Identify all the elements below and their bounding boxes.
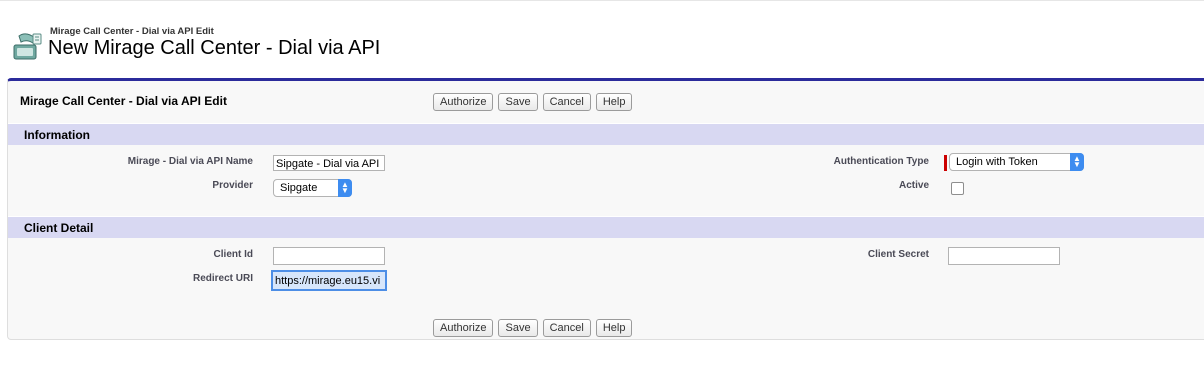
- section-header-information: Information: [8, 123, 1204, 145]
- select-arrows-icon: ▲ ▼: [338, 179, 352, 197]
- provider-select-value: Sipgate: [280, 182, 318, 194]
- name-label: Mirage - Dial via API Name: [127, 156, 253, 167]
- save-button[interactable]: Save: [498, 319, 538, 337]
- page-subtitle: Mirage Call Center - Dial via API Edit: [50, 26, 214, 37]
- top-button-row: Authorize Save Cancel Help: [433, 93, 633, 111]
- required-indicator: [944, 155, 947, 171]
- edit-panel: Mirage Call Center - Dial via API Edit A…: [7, 78, 1204, 340]
- call-center-icon: [13, 33, 42, 60]
- provider-select[interactable]: Sipgate ▲ ▼: [273, 179, 352, 197]
- authorize-button[interactable]: Authorize: [433, 319, 494, 337]
- cancel-button[interactable]: Cancel: [542, 93, 591, 111]
- help-button[interactable]: Help: [595, 93, 633, 111]
- section-header-client-detail: Client Detail: [8, 216, 1204, 238]
- section-title-client-detail: Client Detail: [24, 221, 94, 235]
- auth-type-select[interactable]: Login with Token ▲ ▼: [949, 153, 1084, 171]
- auth-type-select-value: Login with Token: [956, 156, 1038, 168]
- client-id-label: Client Id: [213, 249, 253, 260]
- redirect-uri-field[interactable]: https://mirage.eu15.vi: [271, 270, 387, 291]
- select-arrows-icon: ▲ ▼: [1070, 153, 1084, 171]
- section-title-information: Information: [24, 128, 90, 142]
- page-title: New Mirage Call Center - Dial via API: [48, 37, 381, 59]
- provider-label: Provider: [212, 180, 253, 191]
- cancel-button[interactable]: Cancel: [542, 319, 591, 337]
- redirect-uri-label: Redirect URI: [192, 273, 253, 284]
- top-divider: [0, 0, 1204, 1]
- bottom-button-row: Authorize Save Cancel Help: [433, 319, 633, 337]
- save-button[interactable]: Save: [498, 93, 538, 111]
- active-label: Active: [898, 180, 929, 191]
- client-secret-field[interactable]: [948, 247, 1060, 265]
- auth-type-label: Authentication Type: [833, 156, 929, 167]
- authorize-button[interactable]: Authorize: [433, 93, 494, 111]
- panel-title: Mirage Call Center - Dial via API Edit: [20, 94, 227, 108]
- client-secret-label: Client Secret: [867, 249, 929, 260]
- active-checkbox[interactable]: [951, 182, 964, 195]
- help-button[interactable]: Help: [595, 319, 633, 337]
- name-field[interactable]: Sipgate - Dial via API: [273, 155, 385, 171]
- client-id-field[interactable]: [273, 247, 385, 265]
